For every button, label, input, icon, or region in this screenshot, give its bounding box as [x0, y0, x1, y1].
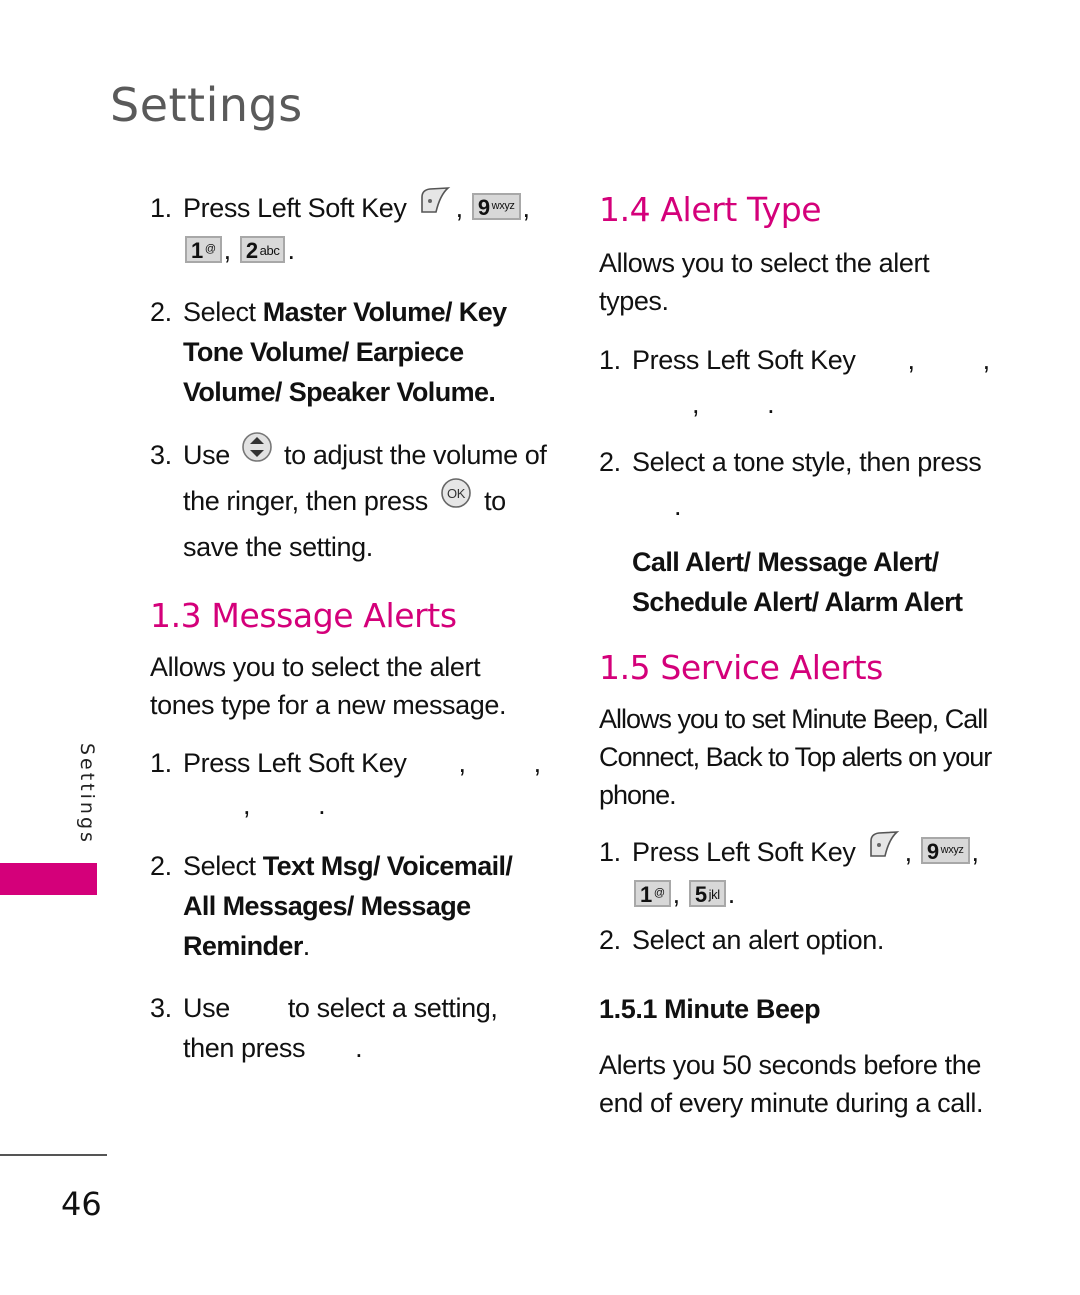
key-9-icon: 9 wxyz — [920, 837, 970, 865]
heading-service-alerts: 1.5 Service Alerts — [599, 648, 883, 687]
message-alerts-description: Allows you to select the alert tones typ… — [150, 652, 507, 721]
key-2-icon: 2 abc — [239, 235, 286, 263]
alert-type-options: Call Alert/ Message Alert/ Schedule Aler… — [632, 547, 963, 617]
message-alerts-step-2: 2. Select Text Msg/ Voicemail/ All Messa… — [150, 851, 513, 962]
volume-step-3: 3. Use to adjust the volume of the ringe… — [150, 432, 550, 568]
key-9-icon: 9 wxyz — [471, 193, 521, 221]
section-tab-marker — [0, 863, 97, 895]
key-1-icon: 1 @ — [185, 235, 222, 263]
step-number: 1. — [150, 193, 172, 223]
nav-up-down-icon — [241, 430, 273, 476]
svg-text:OK: OK — [447, 486, 466, 501]
service-alerts-step-1: 1. Press Left Soft Key , 9 wxyz, 1 @, 5 jkl… — [599, 829, 999, 914]
service-alerts-description: Allows you to set Minute Beep, Call Conn… — [599, 704, 992, 810]
heading-message-alerts: 1.3 Message Alerts — [150, 596, 457, 636]
page-number: 46 — [61, 1185, 102, 1223]
key-5-icon: 5 jkl — [688, 879, 726, 907]
right-column: 1.4 Alert Type Allows you to select the … — [599, 188, 999, 1122]
alert-type-description: Allows you to select the alert types. — [599, 248, 930, 316]
alert-type-step-2: 2. Select a tone style, then press . — [599, 447, 982, 521]
service-alerts-step-2: 2. Select an alert option. — [599, 925, 884, 956]
alert-type-step-1: 1. Press Left Soft Key,, ,. — [599, 345, 990, 419]
volume-step-2: 2. Select Master Volume/ Key Tone Volume… — [150, 297, 507, 408]
left-soft-key-icon — [418, 185, 452, 226]
step-text: Press Left Soft Key — [183, 193, 407, 223]
heading-alert-type: 1.4 Alert Type — [599, 190, 822, 229]
page-title: Settings — [110, 78, 303, 132]
volume-step-1: 1. Press Left Soft Key , 9 wxyz, 1 @, 2 abc… — [150, 185, 550, 270]
minute-beep-description: Alerts you 50 seconds before the end of … — [599, 1050, 984, 1119]
key-1-icon: 1 @ — [634, 879, 671, 907]
left-column: 1. Press Left Soft Key , 9 wxyz, 1 @, 2 abc… — [150, 185, 550, 1068]
ok-key-icon: OK — [439, 476, 473, 522]
heading-minute-beep: 1.5.1 Minute Beep — [599, 994, 821, 1025]
side-section-label: Settings — [76, 743, 98, 845]
left-soft-key-icon — [867, 829, 901, 870]
footer-divider — [0, 1154, 107, 1156]
message-alerts-step-1: 1. Press Left Soft Key,, ,. — [150, 748, 541, 821]
message-alerts-step-3: 3. Use to select a setting, then press. — [150, 993, 498, 1064]
